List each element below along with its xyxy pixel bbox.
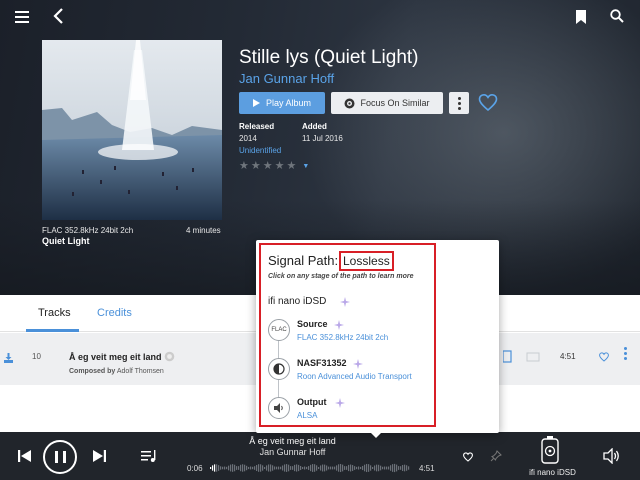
track-composer: Composed by Adolf Thomsen <box>69 368 164 375</box>
tab-credits[interactable]: Credits <box>97 307 132 319</box>
play-icon <box>252 99 260 107</box>
bookmark-icon[interactable] <box>576 10 586 24</box>
pause-button[interactable] <box>43 440 77 474</box>
track-tags-icon[interactable] <box>503 350 543 364</box>
volume-icon[interactable] <box>603 448 621 464</box>
signal-path-title: Signal Path: <box>268 253 339 268</box>
album-more-button[interactable] <box>449 92 469 114</box>
stage-source-detail[interactable]: FLAC 352.8kHz 24bit 2ch <box>297 333 388 342</box>
composer-link[interactable]: Adolf Thomsen <box>117 368 164 375</box>
roon-icon[interactable] <box>268 358 290 380</box>
release-identify-link[interactable]: Unidentified <box>239 146 281 155</box>
sparkle-icon <box>335 398 345 408</box>
album-duration: 4 minutes <box>186 226 221 235</box>
now-playing-heart-icon[interactable] <box>463 452 473 462</box>
released-value: 2014 <box>239 134 257 143</box>
focus-icon <box>344 98 355 108</box>
next-track-icon[interactable] <box>92 449 106 463</box>
previous-track-icon[interactable] <box>18 449 32 463</box>
stage-transport-detail[interactable]: Roon Advanced Audio Transport <box>297 372 412 381</box>
play-album-label: Play Album <box>265 98 312 108</box>
added-value: 11 Jul 2016 <box>302 134 343 143</box>
tab-tracks[interactable]: Tracks <box>38 307 71 319</box>
track-duration: 4:51 <box>560 352 576 361</box>
track-title-text: Å eg veit meg eit land <box>69 352 162 362</box>
star-icon[interactable]: ★ <box>263 161 273 172</box>
cover-caption: Quiet Light <box>42 236 90 246</box>
elapsed-time: 0:06 <box>187 464 203 473</box>
output-device-name[interactable]: ifi nano iDSD <box>268 296 326 307</box>
track-number: 10 <box>32 352 41 361</box>
active-tab-indicator <box>26 329 79 332</box>
menu-icon[interactable] <box>15 11 29 23</box>
search-icon[interactable] <box>610 9 624 23</box>
play-album-button[interactable]: Play Album <box>239 92 325 114</box>
back-arrow-icon[interactable] <box>52 7 66 25</box>
flac-source-icon[interactable]: FLAC <box>268 319 290 341</box>
now-playing-artist[interactable]: Jan Gunnar Hoff <box>180 447 405 457</box>
album-title: Stille lys (Quiet Light) <box>239 47 419 68</box>
popup-pointer <box>369 431 383 438</box>
seek-waveform[interactable] <box>210 462 410 474</box>
total-time: 4:51 <box>419 464 435 473</box>
signal-path-popup: Signal Path: Lossless Click on any stage… <box>256 240 499 433</box>
queue-icon[interactable] <box>141 449 157 463</box>
rating-dropdown-icon[interactable]: ▼ <box>302 163 309 170</box>
stage-source-name[interactable]: Source <box>297 319 328 329</box>
composer-prefix: Composed by <box>69 368 116 375</box>
track-title[interactable]: Å eg veit meg eit land <box>69 351 175 362</box>
speaker-icon[interactable] <box>268 397 290 419</box>
rating-stars[interactable]: ★ ★ ★ ★ ★ ▼ <box>239 161 309 172</box>
signal-path-quality: Lossless <box>339 251 394 271</box>
added-label: Added <box>302 122 327 131</box>
album-cover-art[interactable] <box>42 40 222 220</box>
sparkle-icon <box>334 320 344 330</box>
now-playing-icon <box>4 353 13 363</box>
dac-device-icon[interactable] <box>541 436 559 464</box>
star-icon[interactable]: ★ <box>275 161 285 172</box>
stage-output-detail[interactable]: ALSA <box>297 411 317 420</box>
star-icon[interactable]: ★ <box>287 161 297 172</box>
stage-output-name[interactable]: Output <box>297 397 327 407</box>
favorite-heart-icon[interactable] <box>478 93 498 113</box>
zone-name[interactable]: ifi nano iDSD <box>525 468 580 477</box>
audio-quality-label: FLAC 352.8kHz 24bit 2ch <box>42 226 134 235</box>
focus-label: Focus On Similar <box>360 98 430 108</box>
track-heart-icon[interactable] <box>599 352 609 362</box>
focus-on-similar-button[interactable]: Focus On Similar <box>331 92 443 114</box>
stage-transport-name[interactable]: NASF31352 <box>297 358 347 368</box>
released-label: Released <box>239 122 275 131</box>
pin-icon[interactable] <box>490 450 502 462</box>
album-artist-link[interactable]: Jan Gunnar Hoff <box>239 71 334 86</box>
sparkle-icon <box>353 359 363 369</box>
star-icon[interactable]: ★ <box>251 161 261 172</box>
radio-icon[interactable] <box>164 351 175 362</box>
player-bar: Å eg veit meg eit land Jan Gunnar Hoff 0… <box>0 432 640 480</box>
track-more-button[interactable] <box>624 347 628 365</box>
sparkle-icon <box>340 297 350 307</box>
star-icon[interactable]: ★ <box>239 161 249 172</box>
signal-path-hint: Click on any stage of the path to learn … <box>268 273 414 280</box>
